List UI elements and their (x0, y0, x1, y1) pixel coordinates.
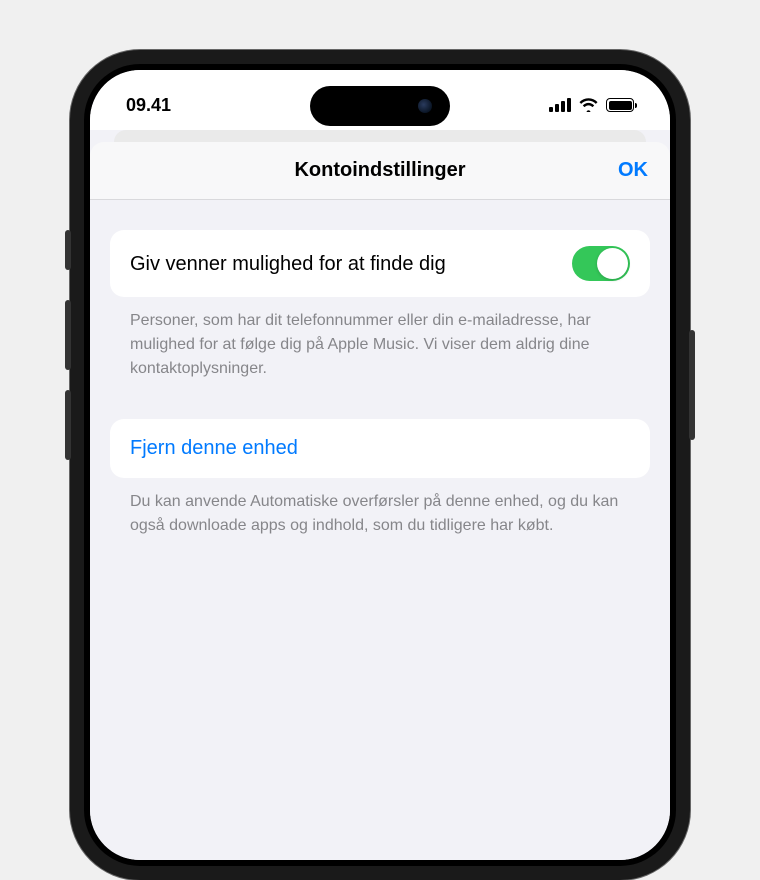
toggle-knob-icon (597, 248, 628, 279)
ok-button[interactable]: OK (618, 159, 648, 182)
phone-frame: 09.41 (70, 50, 690, 880)
find-friends-toggle[interactable] (572, 246, 630, 281)
silent-switch (65, 230, 71, 270)
account-settings-modal: Kontoindstillinger OK Giv venner mulighe… (90, 142, 670, 860)
power-button (689, 330, 695, 440)
status-icons (549, 98, 634, 112)
phone-screen: 09.41 (90, 70, 670, 860)
remove-device-row[interactable]: Fjern denne enhed (110, 419, 650, 478)
volume-down-button (65, 390, 71, 460)
remove-device-footer: Du kan anvende Automatiske overførsler p… (110, 478, 650, 538)
wifi-icon (579, 98, 598, 112)
dynamic-island (310, 86, 450, 126)
battery-icon (606, 98, 634, 112)
modal-title: Kontoindstillinger (294, 159, 465, 182)
front-camera-icon (418, 99, 432, 113)
remove-device-label: Fjern denne enhed (130, 437, 630, 460)
modal-header: Kontoindstillinger OK (90, 142, 670, 200)
status-bar: 09.41 (90, 70, 670, 130)
cellular-icon (549, 98, 571, 112)
background-sheet (114, 130, 646, 142)
modal-content: Giv venner mulighed for at finde dig Per… (90, 200, 670, 538)
find-friends-footer: Personer, som har dit telefonnummer elle… (110, 297, 650, 381)
find-friends-row: Giv venner mulighed for at finde dig (110, 230, 650, 297)
status-time: 09.41 (126, 95, 216, 116)
volume-up-button (65, 300, 71, 370)
find-friends-label: Giv venner mulighed for at finde dig (130, 251, 556, 277)
